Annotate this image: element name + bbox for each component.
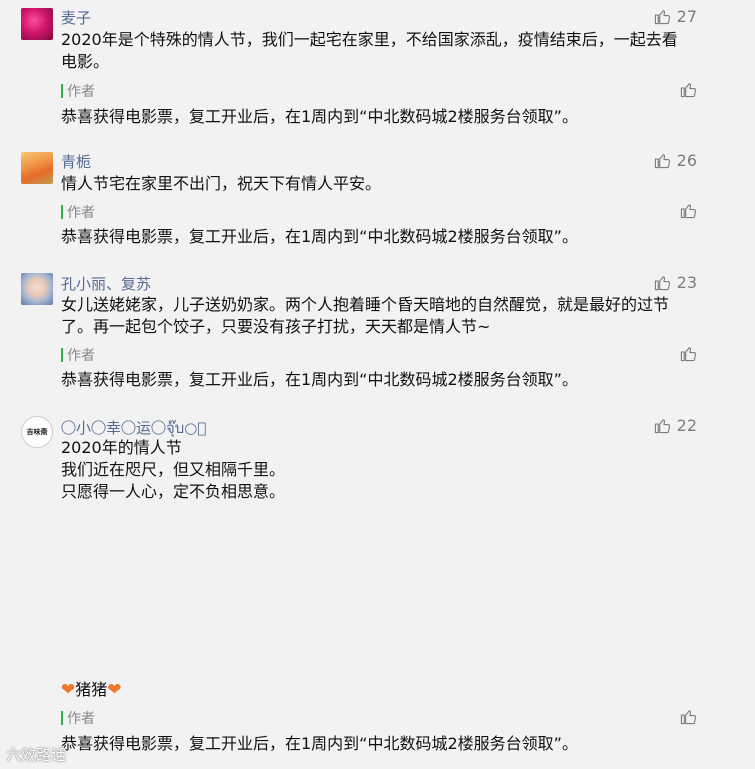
author-reply-label: 作者 xyxy=(61,81,95,101)
comment-nickname[interactable]: 麦子 xyxy=(61,7,91,28)
orange-heart-icon: ❤ xyxy=(107,680,122,700)
comment-line: 2020年的情人节 xyxy=(61,438,182,457)
comment-nickname[interactable]: 青栀 xyxy=(61,151,91,172)
author-label: 作者 xyxy=(67,711,95,727)
comment-text: 2020年是个特殊的情人节，我们一起宅在家里，不给国家添乱，疫情结束后，一起去看… xyxy=(61,29,715,73)
author-bar xyxy=(61,348,63,362)
like-button[interactable]: 26 xyxy=(654,151,697,170)
comment-text: 2020年的情人节 我们近在咫尺，但又相隔千里。 只愿得一人心，定不负相思意。 xyxy=(61,437,715,503)
like-count: 23 xyxy=(676,273,697,292)
like-count: 27 xyxy=(676,7,697,26)
comment-line: 电影。 xyxy=(61,52,110,71)
author-bar xyxy=(61,205,63,219)
like-button[interactable]: 22 xyxy=(654,416,697,435)
comment-text: 女儿送姥姥家，儿子送奶奶家。两个人抱着睡个昏天暗地的自然醒觉，就是最好的过节 了… xyxy=(61,294,715,338)
author-bar xyxy=(61,711,63,725)
author-reply-text: 恭喜获得电影票，复工开业后，在1周内到“中北数码城2楼服务台领取”。 xyxy=(61,370,578,389)
author-bar xyxy=(61,84,63,98)
avatar[interactable]: 吉味斋 xyxy=(21,416,53,448)
author-label: 作者 xyxy=(67,348,95,364)
author-reply-label: 作者 xyxy=(61,708,95,728)
comment-line: 女儿送姥姥家，儿子送奶奶家。两个人抱着睡个昏天暗地的自然醒觉，就是最好的过节 xyxy=(61,295,670,314)
avatar-logo-text: 吉味斋 xyxy=(26,428,48,436)
thumbs-up-icon[interactable] xyxy=(680,708,697,725)
author-label: 作者 xyxy=(67,84,95,100)
comment-line: 2020年是个特殊的情人节，我们一起宅在家里，不给国家添乱，疫情结束后，一起去看 xyxy=(61,30,678,49)
like-button[interactable]: 27 xyxy=(654,7,697,26)
thumbs-up-icon[interactable] xyxy=(680,345,697,362)
like-button[interactable]: 23 xyxy=(654,273,697,292)
comment-line: 我们近在咫尺，但又相隔千里。 xyxy=(61,460,286,479)
thumbs-up-icon xyxy=(654,419,670,434)
thumbs-up-icon xyxy=(654,276,670,291)
thumbs-up-icon xyxy=(654,154,670,169)
comment-line: 情人节宅在家里不出门，祝天下有情人平安。 xyxy=(61,174,382,193)
comment-line: 了。再一起包个饺子，只要没有孩子打扰，天天都是情人节~ xyxy=(61,317,491,336)
comment-nickname[interactable]: 孔小丽、复苏 xyxy=(61,273,151,294)
author-reply-label: 作者 xyxy=(61,202,95,222)
author-label: 作者 xyxy=(67,205,95,221)
watermark: 六效路话 xyxy=(6,746,67,764)
author-reply-text: 恭喜获得电影票，复工开业后，在1周内到“中北数码城2楼服务台领取”。 xyxy=(61,107,578,126)
author-reply-label: 作者 xyxy=(61,345,95,365)
like-count: 22 xyxy=(676,416,697,435)
avatar[interactable] xyxy=(21,273,53,305)
avatar[interactable] xyxy=(21,152,53,184)
comment-text: 情人节宅在家里不出门，祝天下有情人平安。 xyxy=(61,173,715,195)
author-reply-text: 恭喜获得电影票，复工开业后，在1周内到“中北数码城2楼服务台领取”。 xyxy=(61,227,578,246)
comment-line: 只愿得一人心，定不负相思意。 xyxy=(61,482,286,501)
thumbs-up-icon[interactable] xyxy=(680,81,697,98)
signature-text: 猪猪 xyxy=(75,680,108,699)
orange-heart-icon: ❤ xyxy=(61,680,76,700)
avatar[interactable] xyxy=(21,8,53,40)
comment-signature: ❤猪猪❤ xyxy=(61,679,715,701)
like-count: 26 xyxy=(676,151,697,170)
thumbs-up-icon xyxy=(654,10,670,25)
thumbs-up-icon[interactable] xyxy=(680,202,697,219)
author-reply-text: 恭喜获得电影票，复工开业后，在1周内到“中北数码城2楼服务台领取”。 xyxy=(61,734,578,753)
